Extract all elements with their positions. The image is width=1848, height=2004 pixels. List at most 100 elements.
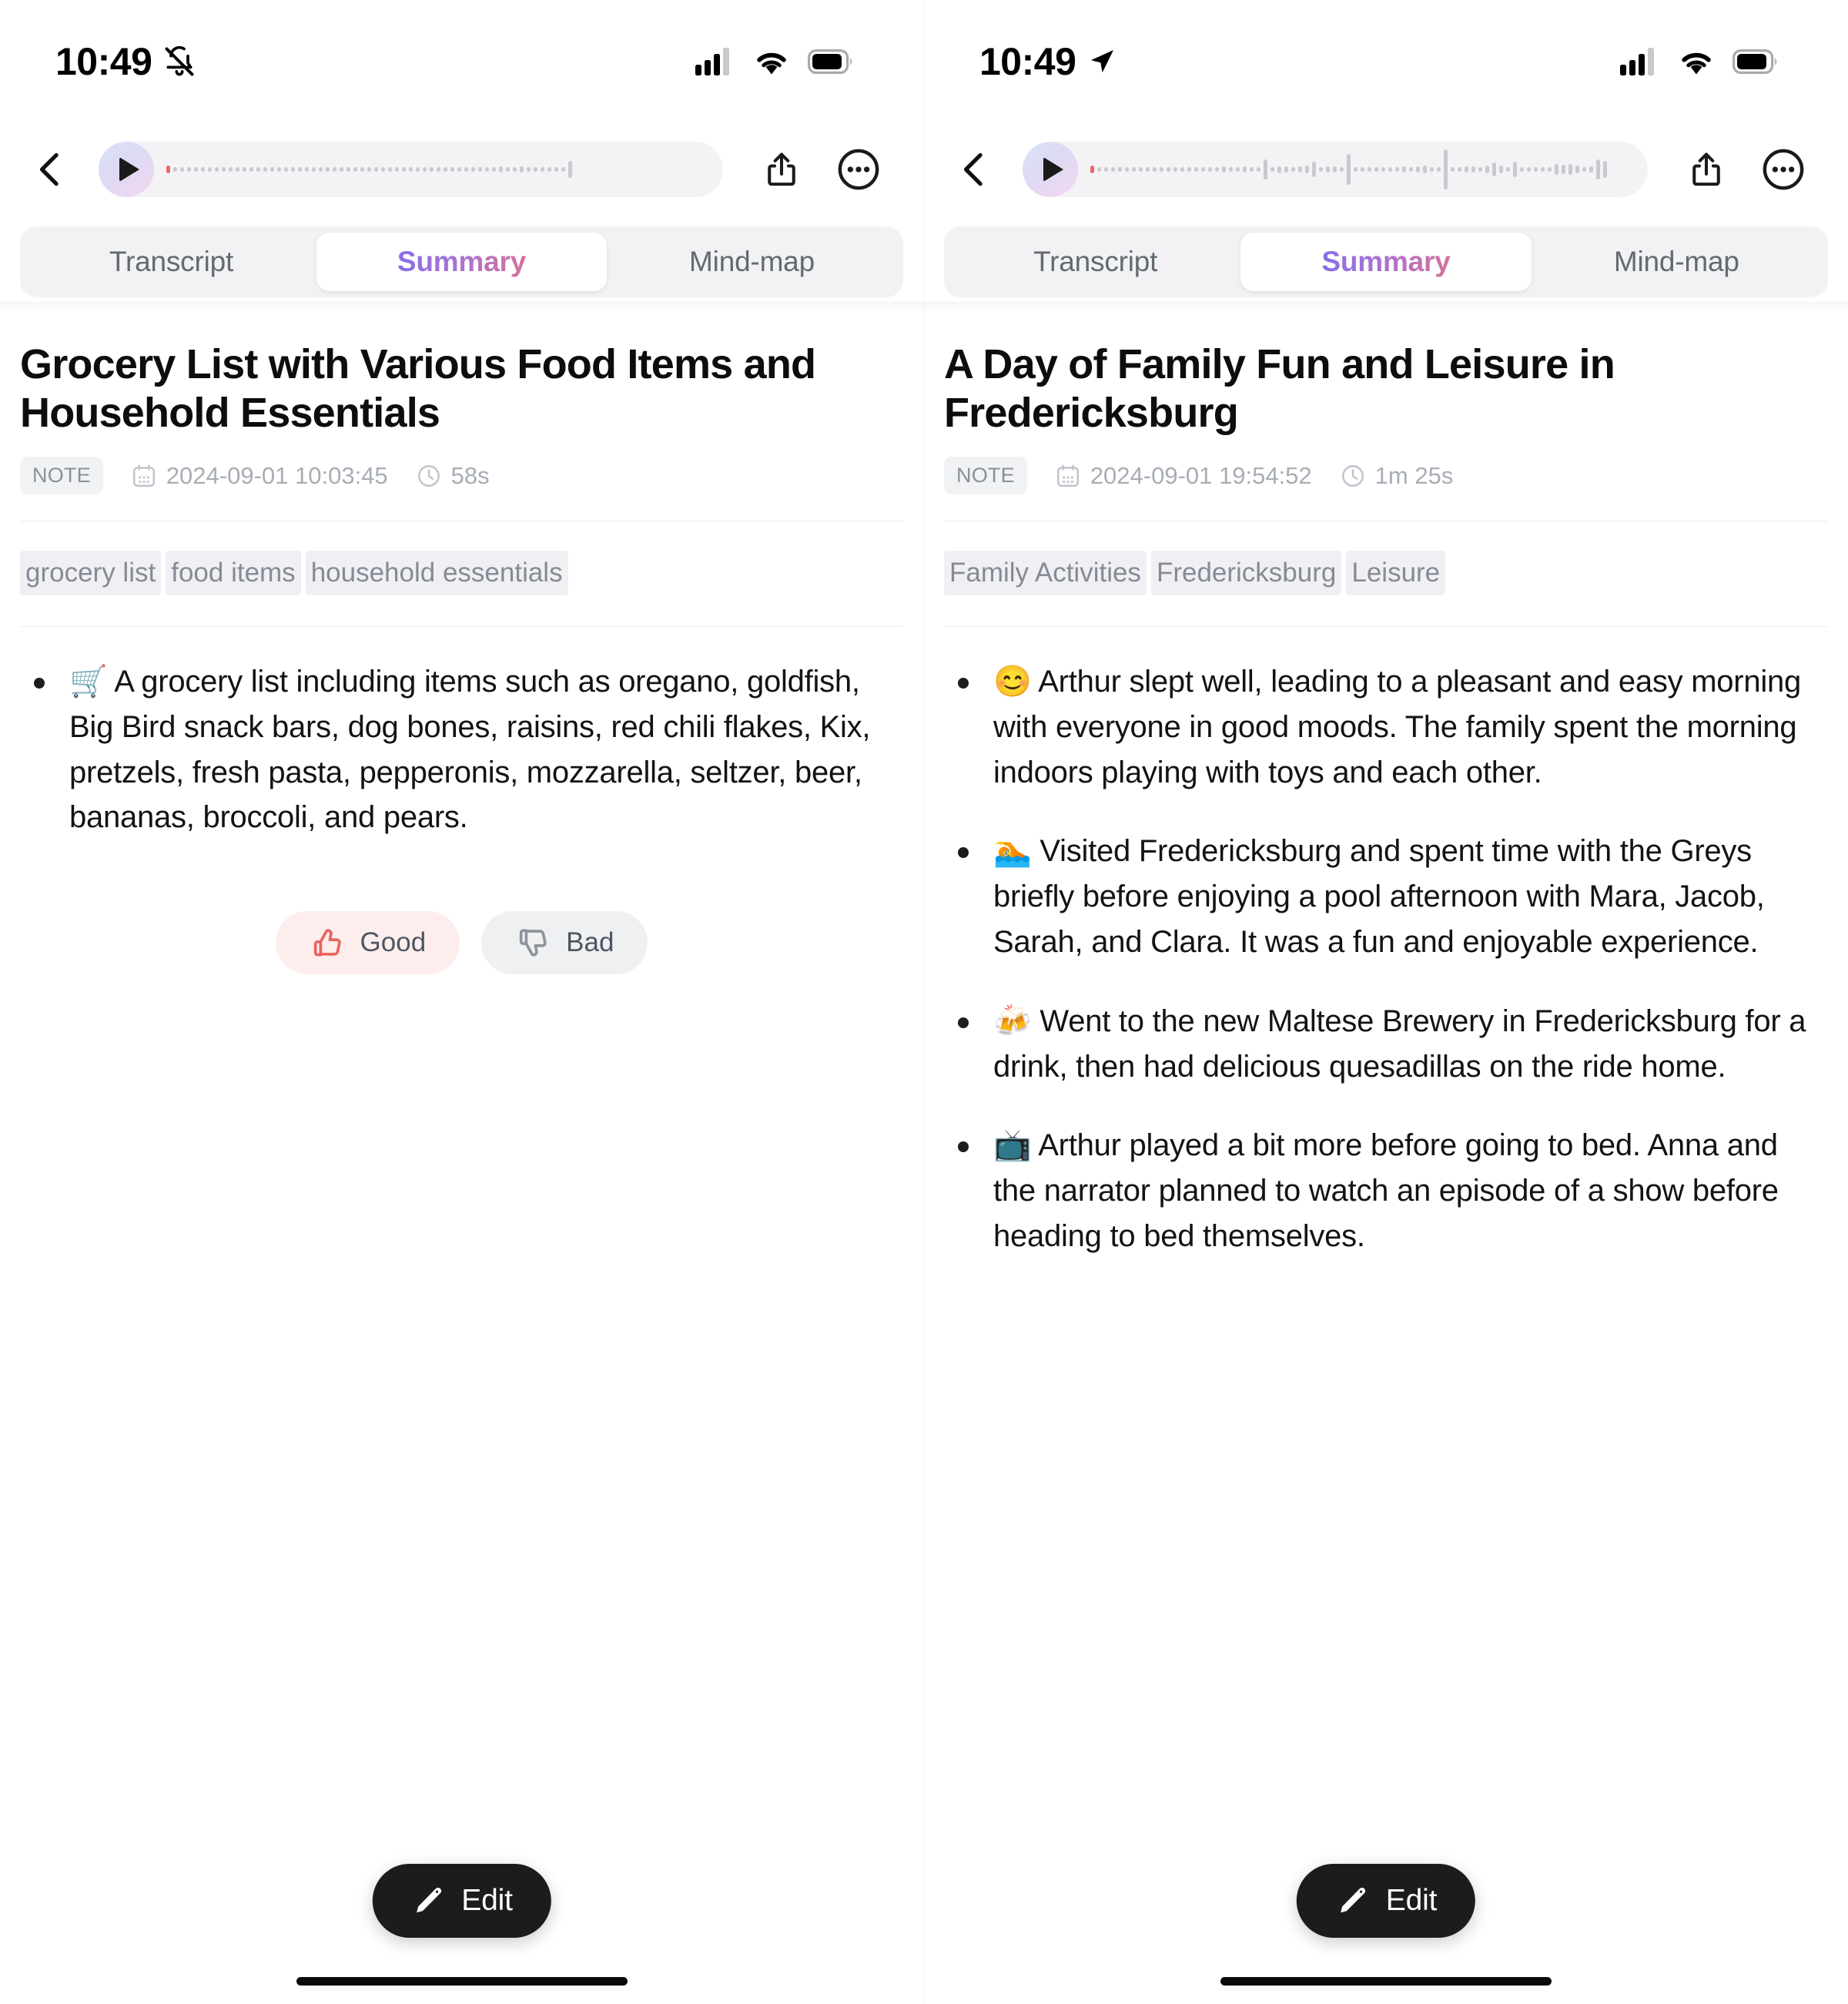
- status-bar-left: 10:49: [972, 39, 1117, 84]
- tag-chip[interactable]: food items: [166, 551, 301, 595]
- tag-chip[interactable]: Leisure: [1346, 551, 1446, 595]
- waveform-bar: [430, 167, 434, 172]
- list-item: 🍻 Went to the new Maltese Brewery in Fre…: [944, 999, 1828, 1090]
- list-item-text: 🍻 Went to the new Maltese Brewery in Fre…: [993, 1004, 1806, 1084]
- chevron-left-icon: [963, 152, 983, 186]
- waveform-bar: [1250, 167, 1254, 172]
- tab-transcript[interactable]: Transcript: [26, 233, 316, 291]
- waveform-bar: [1520, 167, 1524, 172]
- waveform-bar: [1478, 167, 1482, 172]
- tab-summary-label: Summary: [397, 246, 527, 277]
- waveform-bar: [464, 167, 468, 172]
- feedback-bad-button[interactable]: Bad: [481, 911, 648, 975]
- waveform-bar: [561, 167, 565, 172]
- audio-waveform-left[interactable]: [166, 148, 705, 191]
- bullet-dot: [958, 678, 969, 689]
- tag-chip[interactable]: Fredericksburg: [1150, 551, 1342, 595]
- tag-chip[interactable]: household essentials: [305, 551, 568, 595]
- audio-player-pill[interactable]: [1023, 142, 1648, 197]
- note-meta-row: NOTE 2024-09-01 19:54:52 1m 25s: [944, 457, 1828, 521]
- pencil-icon: [416, 1887, 441, 1913]
- edit-button[interactable]: Edit: [1296, 1864, 1476, 1938]
- bullet-dot: [958, 847, 969, 859]
- audio-waveform-right[interactable]: [1090, 148, 1629, 191]
- tab-summary[interactable]: Summary: [1240, 233, 1532, 291]
- waveform-bar: [1548, 167, 1552, 172]
- edit-button[interactable]: Edit: [372, 1864, 551, 1938]
- waveform-bar: [1534, 167, 1538, 172]
- waveform-bar: [1388, 167, 1392, 172]
- waveform-bar: [305, 167, 309, 172]
- note-duration-text: 1m 25s: [1374, 461, 1454, 489]
- waveform-bar: [291, 167, 295, 172]
- tag-chip[interactable]: Family Activities: [944, 551, 1147, 595]
- share-button[interactable]: [1677, 140, 1736, 199]
- waveform-bar: [1277, 166, 1281, 173]
- more-options-button[interactable]: [1754, 140, 1813, 199]
- waveform-bar: [1402, 166, 1406, 173]
- bullet-dot: [958, 1141, 969, 1153]
- clock-icon: [1341, 464, 1364, 487]
- tab-mindmap[interactable]: Mind-map: [1532, 233, 1822, 291]
- feedback-good-button[interactable]: Good: [275, 911, 460, 975]
- tab-mindmap-label: Mind-map: [689, 246, 815, 277]
- home-indicator: [1220, 1977, 1552, 1986]
- chevron-left-icon: [39, 152, 59, 186]
- waveform-bar: [1104, 167, 1108, 172]
- list-item: 😊 Arthur slept well, leading to a pleasa…: [944, 659, 1828, 795]
- waveform-bar: [1347, 154, 1351, 185]
- home-indicator: [296, 1977, 628, 1986]
- bullet-dot: [34, 678, 45, 689]
- list-item: 📺 Arthur played a bit more before going …: [944, 1123, 1828, 1258]
- tab-summary[interactable]: Summary: [316, 233, 607, 291]
- play-button[interactable]: [1023, 142, 1078, 197]
- back-button[interactable]: [15, 135, 85, 204]
- list-item-text: 🛒 A grocery list including items such as…: [69, 665, 871, 835]
- waveform-bar: [1381, 167, 1385, 172]
- calendar-icon: [132, 464, 155, 487]
- waveform-bar: [1264, 159, 1267, 179]
- share-button[interactable]: [752, 140, 811, 199]
- waveform-bar: [277, 167, 281, 172]
- waveform-bar: [1409, 167, 1413, 172]
- tab-transcript[interactable]: Transcript: [950, 233, 1240, 291]
- page-title: A Day of Family Fun and Leisure in Frede…: [944, 341, 1615, 436]
- bullet-dot: [958, 1017, 969, 1028]
- waveform-bar: [402, 167, 406, 172]
- waveform-bar: [1298, 166, 1302, 173]
- waveform-bar: [409, 167, 413, 172]
- play-button[interactable]: [99, 142, 154, 197]
- waveform-bar: [1527, 167, 1531, 172]
- status-time: 10:49: [55, 40, 152, 83]
- waveform-bar: [554, 167, 558, 172]
- waveform-bar: [298, 167, 302, 172]
- status-bar-right: [1620, 48, 1793, 75]
- calendar-icon: [1056, 464, 1079, 487]
- waveform-bar: [236, 167, 239, 172]
- more-options-button[interactable]: [829, 140, 888, 199]
- waveform-bar: [1340, 167, 1344, 172]
- waveform-bar: [1492, 163, 1496, 176]
- waveform-bar: [568, 161, 572, 178]
- waveform-bar: [312, 167, 316, 172]
- back-button[interactable]: [939, 135, 1009, 204]
- note-date: 2024-09-01 10:03:45: [131, 462, 388, 490]
- waveform-bar: [346, 167, 350, 172]
- tag-list-left: grocery list food items household essentia…: [20, 521, 903, 626]
- waveform-bar: [471, 167, 475, 172]
- waveform-bar: [527, 167, 531, 172]
- status-bar-right: [695, 48, 868, 75]
- phone-screen-left: 10:49 Transcript Summary Mind-map Grocer…: [0, 0, 924, 2004]
- cellular-signal-icon: [695, 48, 735, 75]
- waveform-bar: [485, 167, 489, 172]
- battery-icon: [808, 49, 854, 74]
- waveform-bar: [173, 167, 177, 172]
- wifi-icon: [1677, 48, 1716, 75]
- waveform-bar: [478, 167, 482, 172]
- thumbs-up-icon: [313, 929, 341, 957]
- tab-mindmap[interactable]: Mind-map: [607, 233, 897, 291]
- audio-player-pill[interactable]: [99, 142, 723, 197]
- list-item-text: 😊 Arthur slept well, leading to a pleasa…: [993, 665, 1801, 789]
- status-time: 10:49: [979, 40, 1076, 83]
- tag-chip[interactable]: grocery list: [20, 551, 162, 595]
